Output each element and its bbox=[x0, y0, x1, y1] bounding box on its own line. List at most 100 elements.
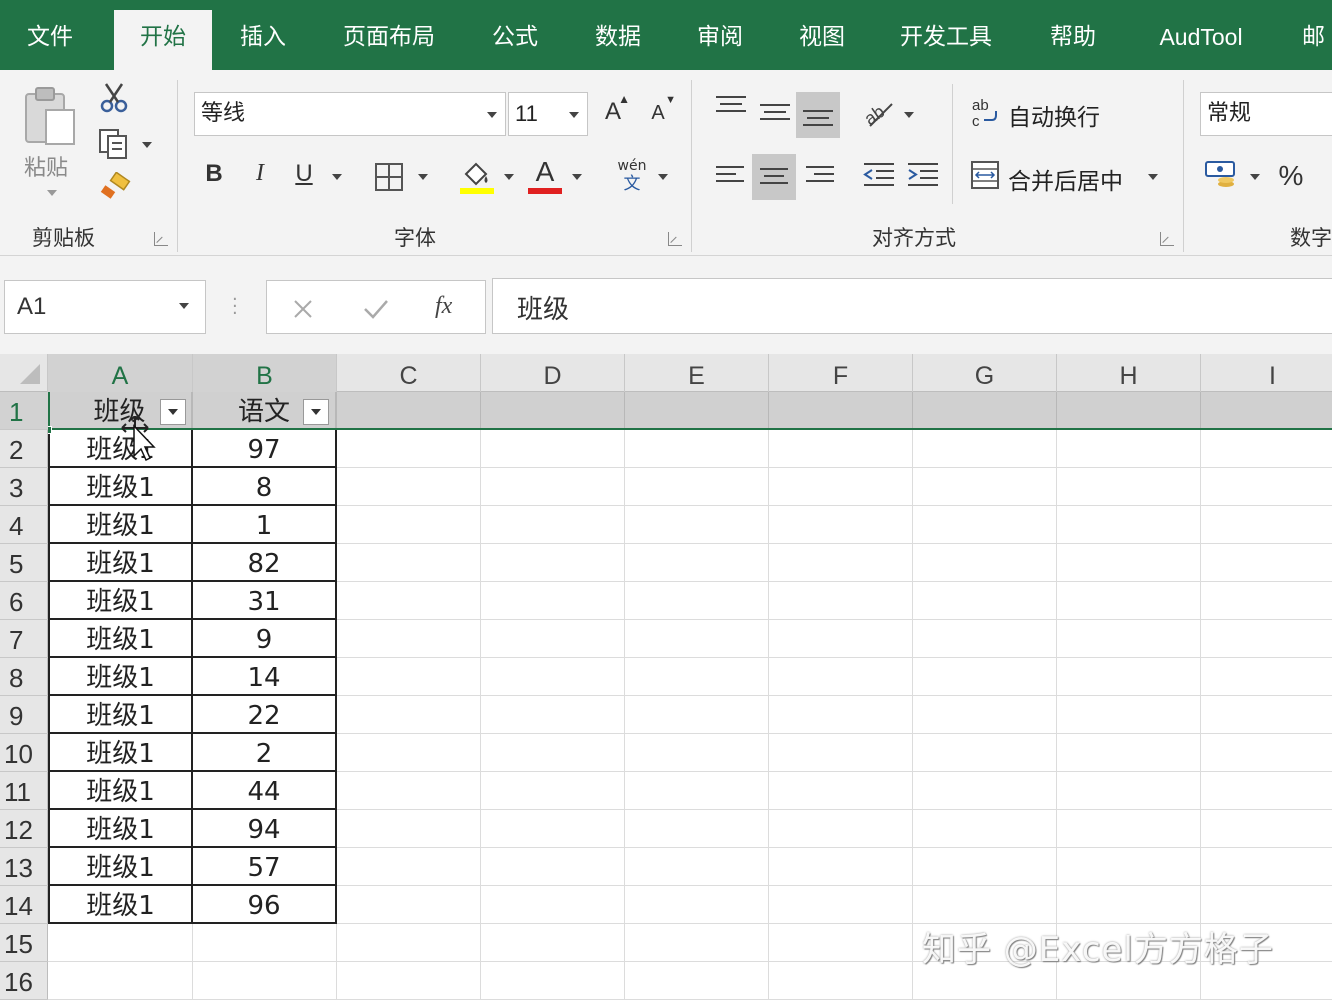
score-cell[interactable]: 14 bbox=[193, 658, 337, 696]
cut-icon[interactable] bbox=[98, 82, 130, 114]
enter-check-icon[interactable] bbox=[363, 297, 389, 321]
merge-center-button[interactable]: 合并后居中 bbox=[1008, 162, 1123, 196]
cell[interactable] bbox=[625, 506, 769, 544]
cell[interactable] bbox=[913, 772, 1057, 810]
cell[interactable] bbox=[1057, 658, 1201, 696]
cell[interactable] bbox=[1201, 810, 1332, 848]
underline-dropdown-icon[interactable] bbox=[332, 174, 342, 180]
cell[interactable] bbox=[481, 848, 625, 886]
cell[interactable] bbox=[1201, 430, 1332, 468]
cell[interactable] bbox=[1201, 582, 1332, 620]
cell[interactable] bbox=[913, 582, 1057, 620]
cell[interactable] bbox=[193, 962, 337, 1000]
currency-format-icon[interactable] bbox=[1204, 160, 1242, 192]
cell[interactable] bbox=[337, 620, 481, 658]
class-cell[interactable]: 班级1 bbox=[48, 696, 193, 734]
row-header-5[interactable]: 5 bbox=[0, 544, 48, 582]
cell[interactable] bbox=[625, 810, 769, 848]
cell[interactable] bbox=[337, 696, 481, 734]
cell[interactable] bbox=[337, 506, 481, 544]
tab-insert[interactable]: 插入 bbox=[222, 10, 304, 70]
cell[interactable] bbox=[625, 658, 769, 696]
font-launcher-icon[interactable] bbox=[668, 232, 682, 246]
row-header-3[interactable]: 3 bbox=[0, 468, 48, 506]
cell[interactable] bbox=[481, 620, 625, 658]
row-header-1[interactable]: 1 bbox=[0, 392, 48, 430]
cancel-icon[interactable] bbox=[291, 297, 315, 321]
cell[interactable] bbox=[337, 924, 481, 962]
cell[interactable] bbox=[625, 962, 769, 1000]
borders-dropdown-icon[interactable] bbox=[418, 174, 428, 180]
cell[interactable] bbox=[913, 658, 1057, 696]
fill-color-icon[interactable] bbox=[458, 158, 496, 196]
select-all-button[interactable] bbox=[0, 354, 48, 392]
class-cell[interactable]: 班级1 bbox=[48, 658, 193, 696]
cell[interactable] bbox=[1057, 468, 1201, 506]
row-header-9[interactable]: 9 bbox=[0, 696, 48, 734]
cell[interactable] bbox=[337, 772, 481, 810]
cell[interactable] bbox=[625, 392, 769, 430]
column-header-h[interactable]: H bbox=[1057, 354, 1201, 392]
tab-data[interactable]: 数据 bbox=[578, 10, 658, 70]
tab-mail[interactable]: 邮 bbox=[1290, 10, 1332, 70]
borders-icon[interactable] bbox=[374, 162, 404, 192]
header-cell-chinese[interactable]: 语文 bbox=[193, 392, 337, 430]
copy-dropdown-icon[interactable] bbox=[142, 142, 152, 148]
score-cell[interactable]: 94 bbox=[193, 810, 337, 848]
increase-font-size-button[interactable]: A ▲ bbox=[598, 92, 630, 132]
cell[interactable] bbox=[481, 886, 625, 924]
cell[interactable] bbox=[1201, 886, 1332, 924]
align-bottom-button[interactable] bbox=[796, 92, 840, 138]
row-header-14[interactable]: 14 bbox=[0, 886, 48, 924]
cell[interactable] bbox=[481, 506, 625, 544]
cell[interactable] bbox=[913, 620, 1057, 658]
cell[interactable] bbox=[625, 430, 769, 468]
score-cell[interactable]: 44 bbox=[193, 772, 337, 810]
cell[interactable] bbox=[1201, 468, 1332, 506]
cell[interactable] bbox=[337, 734, 481, 772]
cell[interactable] bbox=[769, 886, 913, 924]
font-color-button[interactable]: A bbox=[528, 156, 562, 196]
underline-button[interactable]: U bbox=[290, 160, 318, 194]
cell[interactable] bbox=[337, 430, 481, 468]
cell[interactable] bbox=[481, 658, 625, 696]
font-size-select[interactable]: 11 bbox=[508, 92, 588, 136]
tab-developer[interactable]: 开发工具 bbox=[884, 10, 1008, 70]
cell[interactable] bbox=[337, 468, 481, 506]
class-cell[interactable]: 班级1 bbox=[48, 810, 193, 848]
cell[interactable] bbox=[337, 392, 481, 430]
class-cell[interactable]: 班级1 bbox=[48, 886, 193, 924]
cell[interactable] bbox=[1201, 658, 1332, 696]
cell[interactable] bbox=[1057, 772, 1201, 810]
score-cell[interactable]: 1 bbox=[193, 506, 337, 544]
cell[interactable] bbox=[1201, 620, 1332, 658]
cell[interactable] bbox=[769, 962, 913, 1000]
score-cell[interactable]: 2 bbox=[193, 734, 337, 772]
score-cell[interactable]: 9 bbox=[193, 620, 337, 658]
cell[interactable] bbox=[337, 848, 481, 886]
percent-style-button[interactable]: % bbox=[1274, 160, 1308, 194]
cell[interactable] bbox=[1057, 506, 1201, 544]
cell[interactable] bbox=[1201, 506, 1332, 544]
score-cell[interactable]: 22 bbox=[193, 696, 337, 734]
row-header-13[interactable]: 13 bbox=[0, 848, 48, 886]
formula-input[interactable]: 班级 bbox=[492, 278, 1332, 334]
cell[interactable] bbox=[481, 734, 625, 772]
paste-button[interactable]: 粘贴 bbox=[20, 84, 86, 214]
row-header-7[interactable]: 7 bbox=[0, 620, 48, 658]
format-painter-icon[interactable] bbox=[98, 172, 132, 204]
currency-dropdown-icon[interactable] bbox=[1250, 174, 1260, 180]
tab-home[interactable]: 开始 bbox=[114, 10, 212, 70]
align-left-icon[interactable] bbox=[716, 166, 744, 188]
cell[interactable] bbox=[625, 696, 769, 734]
cell[interactable] bbox=[481, 962, 625, 1000]
cell[interactable] bbox=[481, 924, 625, 962]
cell[interactable] bbox=[913, 810, 1057, 848]
class-cell[interactable]: 班级1 bbox=[48, 468, 193, 506]
filter-dropdown-button[interactable] bbox=[160, 399, 186, 425]
row-header-10[interactable]: 10 bbox=[0, 734, 48, 772]
cell[interactable] bbox=[1057, 582, 1201, 620]
cell[interactable] bbox=[48, 924, 193, 962]
cell[interactable] bbox=[625, 544, 769, 582]
align-middle-icon[interactable] bbox=[760, 104, 790, 126]
